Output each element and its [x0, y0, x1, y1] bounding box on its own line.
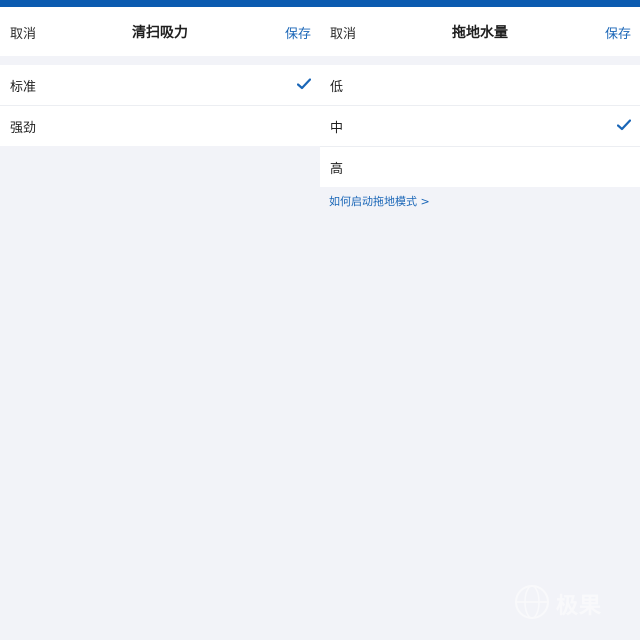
top-status-bar [0, 0, 640, 7]
mop-water-panel: 取消 拖地水量 保存 低 中 高 如何启动拖地模式 > [320, 7, 640, 640]
option-standard[interactable]: 标准 [0, 65, 320, 106]
option-medium[interactable]: 中 [320, 106, 640, 147]
globe-logo-icon [515, 585, 549, 619]
option-label: 标准 [10, 80, 37, 95]
option-label: 强劲 [10, 121, 37, 136]
option-label: 高 [330, 162, 344, 177]
option-low[interactable]: 低 [320, 65, 640, 106]
suction-options-list: 标准 强劲 [0, 65, 320, 146]
suction-header: 取消 清扫吸力 保存 [0, 7, 320, 56]
suction-power-panel: 取消 清扫吸力 保存 标准 强劲 [0, 7, 320, 640]
checkmark-icon [617, 119, 631, 131]
water-options-list: 低 中 高 [320, 65, 640, 187]
page-title: 清扫吸力 [132, 25, 188, 41]
water-header: 取消 拖地水量 保存 [320, 7, 640, 56]
option-label: 低 [330, 80, 344, 95]
save-button[interactable]: 保存 [605, 23, 631, 42]
option-high[interactable]: 高 [320, 147, 640, 187]
option-strong[interactable]: 强劲 [0, 106, 320, 146]
watermark-text: 极果 [556, 594, 603, 619]
mop-mode-help-link[interactable]: 如何启动拖地模式 > [329, 193, 430, 209]
watermark-logo: 极果 [512, 582, 622, 622]
checkmark-icon [297, 78, 311, 90]
option-label: 中 [330, 121, 344, 136]
save-button[interactable]: 保存 [285, 23, 311, 42]
page-title: 拖地水量 [452, 25, 508, 41]
